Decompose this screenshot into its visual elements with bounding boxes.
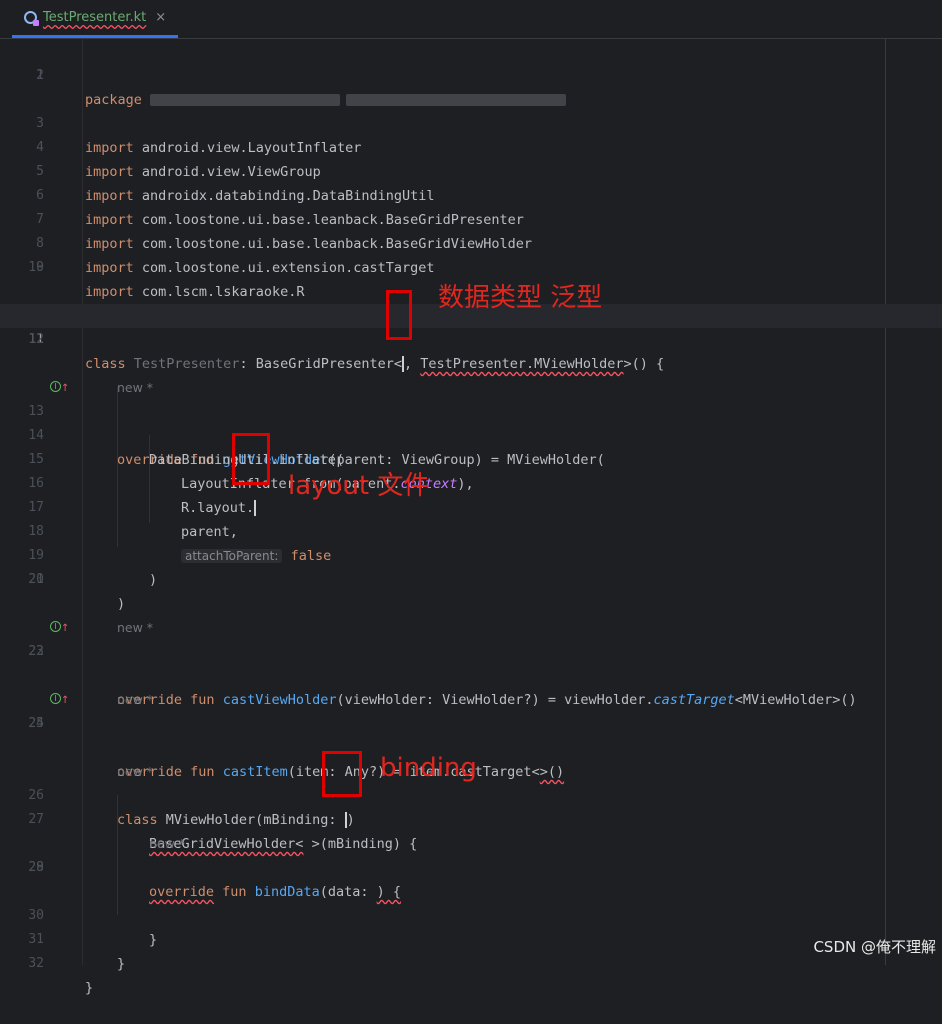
code-line-30: 30 } [0, 880, 942, 948]
kotlin-class-icon [24, 11, 39, 26]
code-line-12: 12 [0, 328, 942, 352]
code-text: } [117, 956, 126, 972]
code-line-27: 27 BaseGridViewHolder< >(mBinding) { [0, 784, 942, 852]
code-line-24: 24 I ↑ override fun castItem(item: Any?) … [0, 688, 942, 780]
override-arrow-icon: ↑ [61, 383, 70, 394]
line-number: 21 [28, 572, 44, 587]
annotation-box-binding [322, 751, 362, 797]
watermark: CSDN @俺不理解 [813, 938, 936, 956]
tab-testpresenter[interactable]: TestPresenter.kt × [12, 0, 178, 38]
implements-icon[interactable]: I [50, 693, 61, 704]
editor-tab-bar: TestPresenter.kt × [0, 0, 942, 39]
line-number: 29 [28, 860, 44, 875]
code-line-31: 31 } [0, 904, 942, 972]
code-line-6: 6 import com.loostone.ui.base.leanback.B… [0, 160, 942, 228]
code-line-32: 32 } [0, 928, 942, 996]
code-line-13: 13 I ↑ override fun getViewHolder(parent:… [0, 376, 942, 468]
code-line-23: 23 [0, 640, 942, 664]
line-number: 12 [28, 332, 44, 347]
code-line-16: 16 R.layout. [0, 448, 942, 516]
line-number: 10 [28, 260, 44, 275]
code-line-14: 14 DataBindingUtil.inflate( [0, 400, 942, 468]
close-tab-icon[interactable]: × [155, 10, 166, 25]
annotation-generic-type: 数据类型 泛型 [438, 283, 603, 313]
author-hint: new * [0, 352, 942, 395]
code-line-18: 18 attachToParent: false [0, 496, 942, 564]
code-line-1: 1 package [0, 40, 942, 108]
override-arrow-icon: ↑ [61, 623, 70, 634]
code-line-3: 3 import android.view.LayoutInflater [0, 88, 942, 156]
code-text: } [85, 980, 94, 996]
code-line-19: 19 ) [0, 520, 942, 588]
annotation-box-layout [232, 433, 270, 485]
code-editor[interactable]: 1 package 2 3 import android.view.Layout… [0, 39, 942, 996]
annotation-box-generic [386, 290, 412, 340]
code-line-2: 2 [0, 64, 942, 88]
code-line-4: 4 import android.view.ViewGroup [0, 112, 942, 180]
line-number: 25 [28, 716, 44, 731]
annotation-binding: binding [380, 753, 477, 783]
line-number: 2 [36, 68, 44, 83]
code-line-22: 22 I ↑ override fun castViewHolder(viewHo… [0, 616, 942, 708]
line-number: 32 [28, 956, 44, 971]
code-line-28: 28 override fun bindData(data: ) { [0, 832, 942, 900]
author-hint: new * [0, 664, 942, 707]
code-line-17: 17 parent, [0, 472, 942, 540]
code-line-21: 21 [0, 568, 942, 592]
code-line-9: 9 import com.lscm.lskaraoke.R [0, 232, 942, 300]
tab-label: TestPresenter.kt [43, 10, 147, 25]
annotation-layout-file: layout 文件 [288, 471, 430, 501]
implements-icon[interactable]: I [50, 381, 61, 392]
override-arrow-icon: ↑ [61, 695, 70, 706]
code-line-5: 5 import androidx.databinding.DataBindin… [0, 136, 942, 204]
code-line-25: 25 [0, 712, 942, 736]
implements-icon[interactable]: I [50, 621, 61, 632]
code-line-29: 29 [0, 856, 942, 880]
author-hint: new * [0, 592, 942, 635]
code-line-8: 8 import com.loostone.ui.extension.castT… [0, 208, 942, 276]
line-number: 23 [28, 644, 44, 659]
code-line-20: 20 ) [0, 544, 942, 612]
author-hint: new * [0, 808, 942, 851]
code-line-7: 7 import com.loostone.ui.base.leanback.B… [0, 184, 942, 252]
code-line-15: 15 LayoutInflater.from(parent.context), [0, 424, 942, 492]
